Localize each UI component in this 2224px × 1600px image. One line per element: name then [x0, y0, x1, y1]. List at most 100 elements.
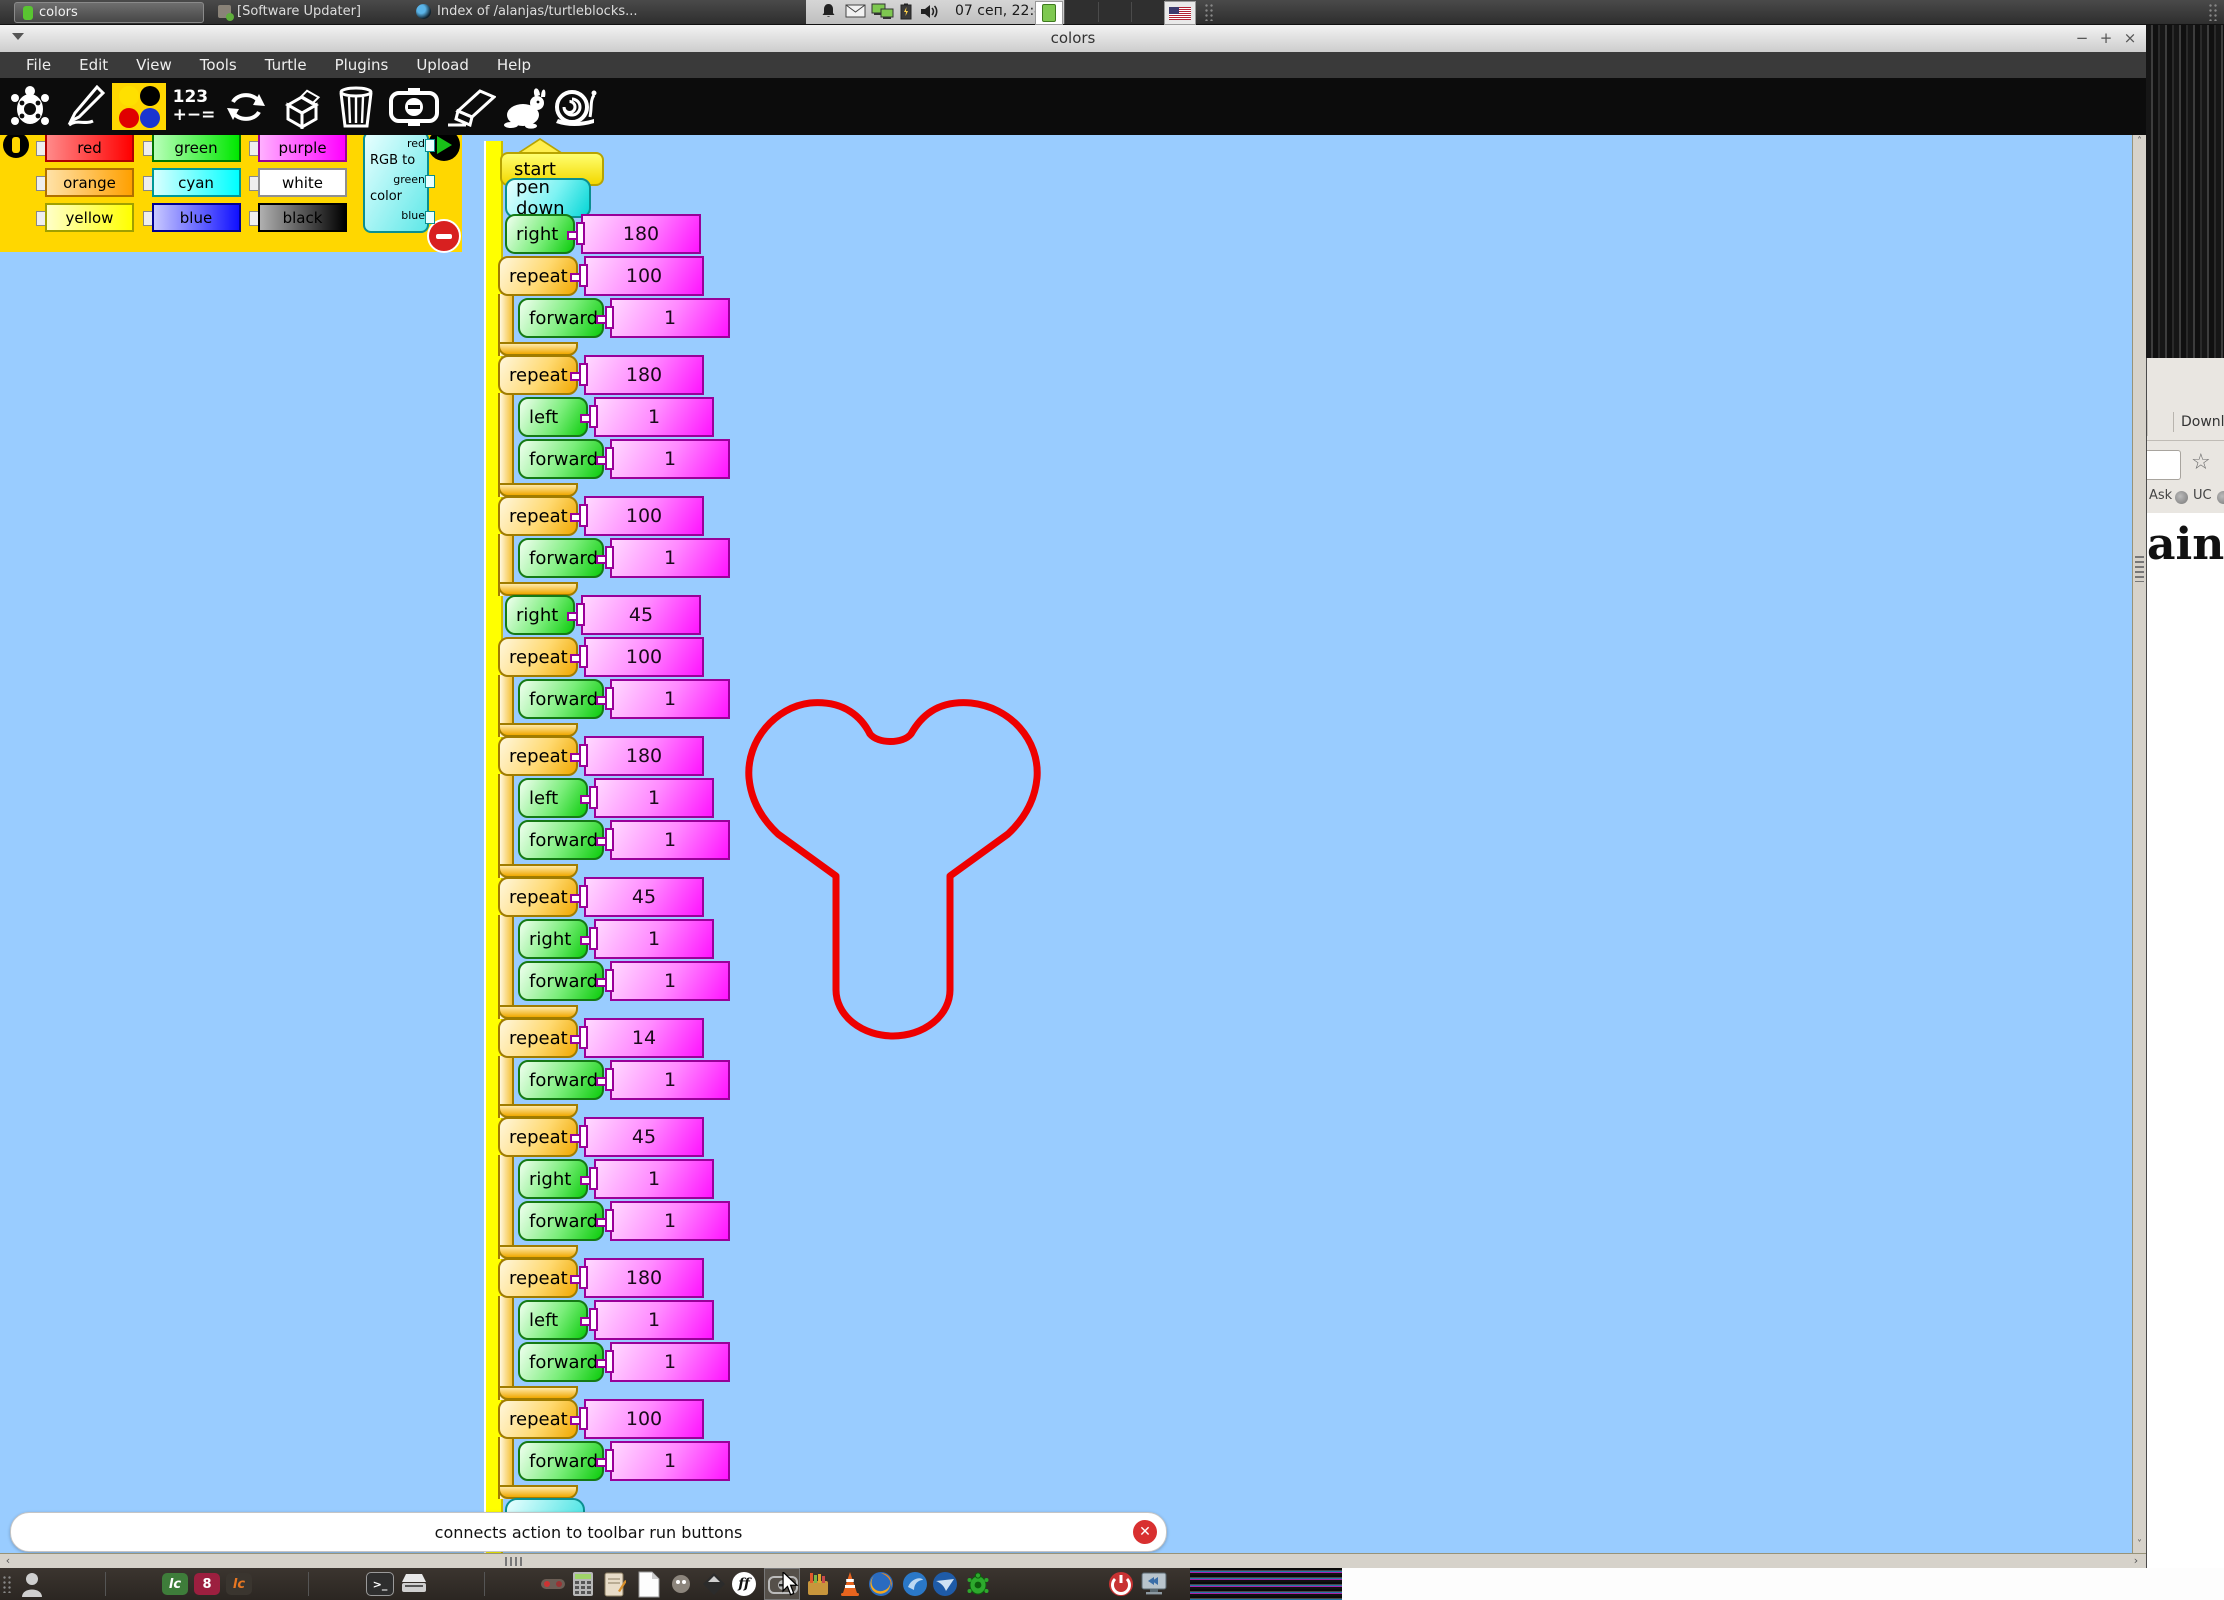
block-forward-body[interactable]: forward	[518, 1201, 604, 1241]
block-right-body[interactable]: right	[518, 1159, 588, 1199]
block-forward-body[interactable]: forward	[518, 1060, 604, 1100]
block-value-1[interactable]: 1	[610, 961, 730, 1001]
block-left-body[interactable]: left	[518, 1300, 588, 1340]
menu-file[interactable]: File	[12, 56, 65, 74]
close-button[interactable]: ×	[2120, 28, 2140, 48]
block-forward-body[interactable]: forward	[518, 1342, 604, 1382]
mail-icon[interactable]	[845, 3, 866, 23]
notes-launcher[interactable]	[604, 1571, 626, 1597]
battery-icon[interactable]	[900, 3, 912, 24]
palette-toggle-button[interactable]	[3, 132, 29, 158]
block-value-1[interactable]: 1	[594, 1300, 714, 1340]
hide-blocks-button[interactable]	[386, 83, 442, 130]
menu-tools[interactable]: Tools	[186, 56, 251, 74]
firefox-launcher[interactable]	[868, 1571, 894, 1597]
palette-color-orange[interactable]: orange	[45, 168, 134, 197]
display-settings-button[interactable]	[1140, 1571, 1168, 1597]
hide-palette-button[interactable]	[427, 219, 461, 253]
block-value-1[interactable]: 1	[594, 919, 714, 959]
mascot-launcher[interactable]	[670, 1571, 692, 1597]
block-repeat-body[interactable]: repeat	[498, 877, 578, 917]
numbers-button[interactable]: 123+−=	[170, 83, 218, 130]
horizontal-scroll-grip[interactable]	[505, 1557, 523, 1566]
window-titlebar[interactable]: colors − + ×	[0, 24, 2146, 53]
palette-color-yellow[interactable]: yellow	[45, 203, 134, 232]
bookmark-ask[interactable]: Ask	[2149, 488, 2172, 503]
scroll-down-icon[interactable]: ˅	[2133, 1538, 2146, 1552]
flag-indicator[interactable]	[1164, 1, 1196, 25]
document-launcher[interactable]	[638, 1571, 660, 1597]
taskbar-window-index[interactable]: Index of /alanjas/turtleblocks...	[408, 2, 646, 21]
minimize-button[interactable]: −	[2072, 28, 2092, 48]
menu-edit[interactable]: Edit	[65, 56, 122, 74]
block-forward-body[interactable]: forward	[518, 538, 604, 578]
scanner-launcher[interactable]	[400, 1571, 428, 1597]
browser-url-box[interactable]	[2146, 450, 2181, 480]
block-repeat-body[interactable]: repeat	[498, 637, 578, 677]
block-value-180[interactable]: 180	[584, 736, 704, 776]
status-close-button[interactable]: ✕	[1133, 1520, 1157, 1544]
erase-button[interactable]	[444, 83, 498, 130]
taskbar-window-software-updater[interactable]: [Software Updater]	[210, 2, 369, 21]
thunderbird-launcher[interactable]	[932, 1571, 958, 1597]
block-value-1[interactable]: 1	[610, 298, 730, 338]
taskbar-window-colors[interactable]: colors	[14, 2, 204, 23]
bookmark-uc[interactable]: UC	[2193, 488, 2212, 503]
turtle-tool-button[interactable]	[6, 83, 54, 130]
block-value-1[interactable]: 1	[610, 1060, 730, 1100]
block-repeat-body[interactable]: repeat	[498, 736, 578, 776]
user-switcher-icon[interactable]	[20, 1571, 44, 1597]
scroll-right-icon[interactable]: ›	[2128, 1554, 2144, 1569]
block-right-body[interactable]: right	[505, 595, 575, 635]
livecode-orange-launcher[interactable]: lc	[226, 1571, 252, 1597]
shutdown-button[interactable]	[1108, 1571, 1134, 1597]
taskbar-grip[interactable]	[2, 1575, 12, 1593]
trash-button[interactable]	[332, 83, 380, 130]
panel-grip-right[interactable]	[2208, 3, 2218, 21]
palette-color-green[interactable]: green	[152, 133, 241, 162]
palette-color-blue[interactable]: blue	[152, 203, 241, 232]
run-fast-button[interactable]	[500, 83, 548, 130]
block-pen-down-body[interactable]: pen down	[505, 178, 591, 218]
block-repeat-body[interactable]: repeat	[498, 256, 578, 296]
block-forward-body[interactable]: forward	[518, 298, 604, 338]
menu-help[interactable]: Help	[483, 56, 545, 74]
network-icon[interactable]	[871, 3, 895, 25]
scroll-up-icon[interactable]: ˄	[2133, 135, 2146, 149]
block-value-1[interactable]: 1	[594, 1159, 714, 1199]
block-value-1[interactable]: 1	[610, 820, 730, 860]
open-box-button[interactable]	[278, 83, 326, 130]
block-value-100[interactable]: 100	[584, 1399, 704, 1439]
organ-launcher[interactable]	[806, 1571, 830, 1597]
program-canvas[interactable]	[0, 135, 2132, 1553]
block-value-45[interactable]: 45	[584, 1117, 704, 1157]
vertical-scroll-grip[interactable]	[2135, 556, 2144, 582]
palette-color-white[interactable]: white	[258, 168, 347, 197]
block-forward-body[interactable]: forward	[518, 679, 604, 719]
horizontal-scrollbar[interactable]: ‹ ›	[0, 1553, 2146, 1568]
block-value-1[interactable]: 1	[610, 538, 730, 578]
keyboard-indicator[interactable]	[1035, 1, 1063, 25]
scroll-left-icon[interactable]: ‹	[0, 1554, 16, 1569]
block-right-body[interactable]: right	[505, 214, 575, 254]
block-value-100[interactable]: 100	[584, 256, 704, 296]
block-left-body[interactable]: left	[518, 397, 588, 437]
notifications-bell-icon[interactable]	[820, 3, 837, 24]
calculator-launcher[interactable]	[572, 1571, 594, 1597]
palette-color-cyan[interactable]: cyan	[152, 168, 241, 197]
block-value-45[interactable]: 45	[581, 595, 701, 635]
block-right-body[interactable]: right	[518, 919, 588, 959]
games-launcher[interactable]	[540, 1571, 566, 1597]
block-repeat-body[interactable]: repeat	[498, 1399, 578, 1439]
block-left-body[interactable]: left	[518, 778, 588, 818]
block-forward-body[interactable]: forward	[518, 961, 604, 1001]
block-value-1[interactable]: 1	[610, 1441, 730, 1481]
block-value-180[interactable]: 180	[581, 214, 701, 254]
restore-blocks-button[interactable]	[222, 83, 270, 130]
palette-color-black[interactable]: black	[258, 203, 347, 232]
browser-download-label[interactable]: Downl	[2181, 414, 2224, 430]
turtleblocks-launcher[interactable]	[966, 1571, 990, 1597]
block-forward-body[interactable]: forward	[518, 439, 604, 479]
bookmark-star-icon[interactable]: ☆	[2191, 450, 2211, 475]
vertical-scrollbar[interactable]: ˄ ˅	[2132, 135, 2146, 1553]
